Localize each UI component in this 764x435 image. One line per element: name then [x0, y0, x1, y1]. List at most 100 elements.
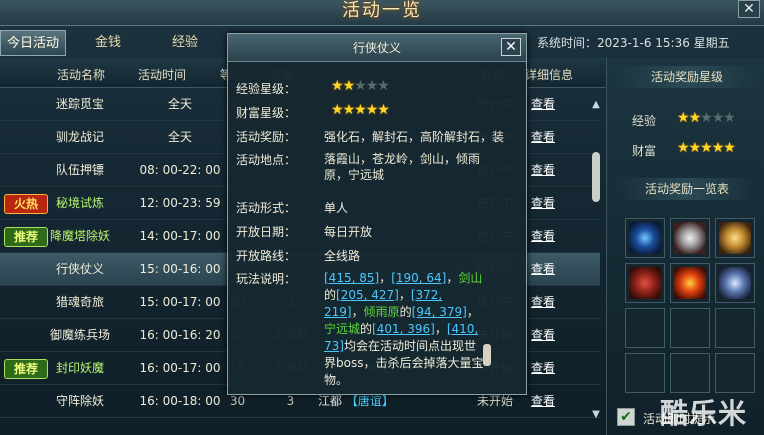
- desc-text: 均会在活动时间点出现世界boss，击杀后会掉落大量宝物。: [324, 339, 484, 387]
- activity-time: 16: 00-16: 20: [139, 328, 221, 342]
- activity-time: 15: 00-17: 00: [139, 295, 221, 309]
- exp-label: 经验: [632, 114, 657, 128]
- desc-text: ，: [351, 305, 364, 319]
- reward-slot[interactable]: [715, 218, 755, 258]
- reward-slot[interactable]: [670, 263, 710, 303]
- popup-route-label: 开放路线：: [236, 249, 297, 263]
- reward-slot[interactable]: [625, 218, 665, 258]
- star-empty-icon: ★: [365, 78, 379, 94]
- coord-link[interactable]: [401, 396]: [372, 322, 435, 336]
- view-button[interactable]: 查看: [523, 187, 563, 220]
- star-filled-icon: ★: [700, 140, 713, 156]
- view-button[interactable]: 查看: [523, 154, 563, 187]
- popup-reward-label: 活动奖励：: [236, 130, 297, 144]
- star-filled-icon: ★: [377, 102, 390, 118]
- reward-list-title: 活动奖励一览表: [617, 178, 757, 200]
- place-name: 倾雨原: [363, 305, 400, 319]
- reward-slot[interactable]: [715, 263, 755, 303]
- place-name: 剑山: [458, 271, 483, 285]
- view-button[interactable]: 查看: [523, 253, 563, 286]
- empty-slot: [670, 308, 710, 348]
- table-scrollbar[interactable]: ▲ ▼: [590, 100, 602, 420]
- watermark: 酷乐米: [660, 397, 748, 430]
- popup-desc-label: 玩法说明：: [236, 272, 297, 286]
- view-button[interactable]: 查看: [523, 319, 563, 352]
- popup-reward-value: 强化石，解封石，高阶解封石，装: [324, 130, 505, 144]
- system-time: 系统时间：2023-1-6 15:36 星期五: [537, 36, 730, 50]
- tab-exp[interactable]: 经验: [155, 30, 215, 56]
- money-label: 财富: [632, 144, 657, 158]
- star-empty-icon: ★: [700, 110, 713, 126]
- header-name: 活动名称: [57, 68, 106, 82]
- money-stars: ★★★★★: [677, 140, 736, 156]
- popup-date-value: 每日开放: [324, 225, 373, 239]
- header-detail: 详细信息: [525, 68, 574, 82]
- activity-time: 14: 00-17: 00: [139, 229, 221, 243]
- star-empty-icon: ★: [711, 110, 725, 126]
- activity-window: 活动一览 ✕ 今日活动 金钱 经验 系统时间：2023-1-6 15:36 星期…: [0, 0, 764, 435]
- popup-exp-stars: ★★★★★: [331, 78, 390, 94]
- view-button[interactable]: 查看: [523, 385, 563, 418]
- coord-link[interactable]: [205, 427]: [336, 288, 399, 302]
- location-text: 江都: [318, 394, 343, 408]
- desc-text: 的: [360, 322, 373, 336]
- popup-desc: [415, 85]，[190, 64]，剑山的[205, 427]，[372, …: [324, 270, 484, 389]
- star-filled-icon: ★: [354, 102, 367, 118]
- coord-link[interactable]: [190, 64]: [391, 271, 446, 285]
- scroll-down-icon[interactable]: ▼: [590, 410, 602, 420]
- star-filled-icon: ★: [342, 78, 356, 94]
- popup-form-value: 单人: [324, 201, 349, 215]
- tab-money[interactable]: 金钱: [78, 30, 138, 56]
- activity-time: 15: 00-16: 00: [139, 262, 221, 276]
- activity-time: 16: 00-18: 00: [139, 394, 221, 408]
- blue-blade-icon: [629, 222, 661, 254]
- red-armor-icon: [629, 267, 661, 299]
- empty-slot: [715, 308, 755, 348]
- star-filled-icon: ★: [723, 140, 736, 156]
- coord-link[interactable]: [415, 85]: [324, 271, 379, 285]
- popup-exp-label: 经验星级：: [236, 82, 297, 96]
- star-filled-icon: ★: [342, 102, 356, 118]
- reward-slot[interactable]: [670, 218, 710, 258]
- popup-money-label: 财富星级：: [236, 106, 297, 120]
- star-rating-title: 活动奖励星级: [617, 66, 757, 88]
- popup-close-button[interactable]: ✕: [501, 38, 521, 56]
- view-button[interactable]: 查看: [523, 121, 563, 154]
- npc-link[interactable]: 【唐谊】: [346, 394, 394, 408]
- desc-text: 的: [399, 305, 412, 319]
- reward-slot[interactable]: [625, 263, 665, 303]
- window-close-button[interactable]: ✕: [738, 0, 760, 18]
- star-filled-icon: ★: [711, 140, 725, 156]
- popup-money-stars: ★★★★★: [331, 102, 390, 118]
- fire-ring-icon: [674, 267, 706, 299]
- tab-today[interactable]: 今日活动: [0, 30, 66, 56]
- window-title: 活动一览: [342, 0, 422, 21]
- view-button[interactable]: 查看: [523, 88, 563, 121]
- view-button[interactable]: 查看: [523, 286, 563, 319]
- activity-time: 全天: [167, 130, 192, 144]
- reward-panel: 活动奖励星级 经验 ★★★★★ 财富 ★★★★★ 活动奖励一览表 ✔ 活动即时提…: [606, 58, 764, 435]
- empty-slot: [625, 353, 665, 393]
- popup-route-value: 全线路: [324, 249, 361, 263]
- view-button[interactable]: 查看: [523, 220, 563, 253]
- view-button[interactable]: 查看: [523, 352, 563, 385]
- scroll-up-icon[interactable]: ▲: [590, 100, 602, 110]
- desc-text: ，: [398, 288, 411, 302]
- scroll-thumb[interactable]: [592, 152, 600, 202]
- place-name: 宁远城: [324, 322, 361, 336]
- popup-location-label: 活动地点：: [236, 153, 297, 167]
- popup-scroll-thumb[interactable]: [483, 344, 491, 366]
- instant-tip-checkbox[interactable]: ✔: [617, 408, 635, 426]
- star-empty-icon: ★: [354, 78, 367, 94]
- activity-time: 08: 00-22: 00: [139, 163, 221, 177]
- star-filled-icon: ★: [677, 140, 690, 156]
- star-filled-icon: ★: [677, 110, 690, 126]
- star-empty-icon: ★: [723, 110, 736, 126]
- desc-text: ，: [466, 305, 479, 319]
- coord-link[interactable]: [94, 379]: [412, 305, 467, 319]
- star-filled-icon: ★: [688, 110, 702, 126]
- empty-slot: [670, 353, 710, 393]
- star-filled-icon: ★: [688, 140, 702, 156]
- exp-stars: ★★★★★: [677, 110, 736, 126]
- desc-text: 的: [324, 288, 337, 302]
